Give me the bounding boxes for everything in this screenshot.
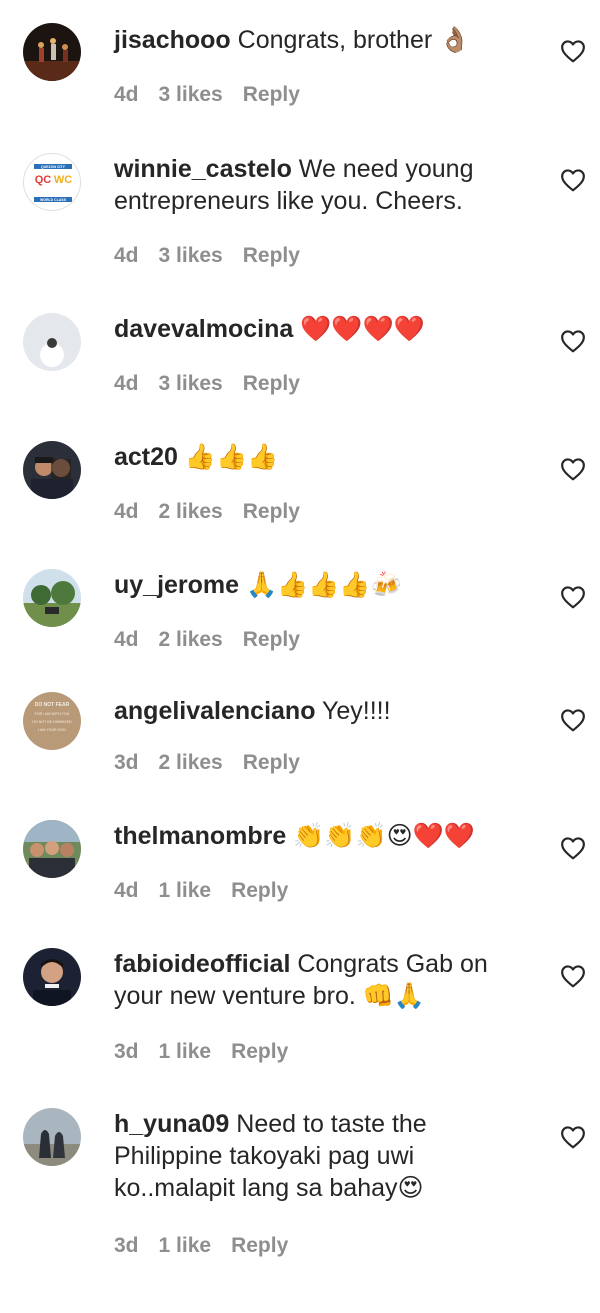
comment-age: 4d — [114, 500, 139, 523]
comment-text: ❤️❤️❤️❤️ — [293, 315, 425, 343]
reply-button[interactable]: Reply — [243, 500, 300, 524]
reply-button[interactable]: Reply — [231, 1234, 288, 1258]
comment-meta: 3d 1 like Reply — [114, 1234, 308, 1258]
comment-age: 4d — [114, 372, 139, 395]
reply-button[interactable]: Reply — [243, 751, 300, 775]
comment-likes[interactable]: 1 like — [159, 1234, 212, 1258]
comment-age: 3d — [114, 1234, 139, 1257]
heart-outline-icon[interactable] — [560, 1125, 586, 1149]
comment-age: 4d — [114, 879, 139, 902]
comment-meta: 3d 1 like Reply — [114, 1040, 308, 1064]
comment-age: 4d — [114, 83, 139, 106]
comment-likes[interactable]: 3 likes — [159, 372, 223, 396]
comment-meta: 4d 3 likes Reply — [114, 372, 320, 396]
avatar[interactable] — [23, 23, 81, 81]
comment-username[interactable]: davevalmocina — [114, 315, 293, 343]
sign-line-1: DO NOT FEAR — [35, 702, 70, 708]
reply-button[interactable]: Reply — [243, 244, 300, 268]
comment-meta: 4d 3 likes Reply — [114, 83, 320, 107]
comment-username[interactable]: act20 — [114, 443, 178, 471]
comment-meta: 3d 2 likes Reply — [114, 751, 320, 775]
heart-outline-icon[interactable] — [560, 39, 586, 63]
avatar[interactable] — [23, 820, 81, 878]
reply-button[interactable]: Reply — [231, 1040, 288, 1064]
comment-username[interactable]: thelmanombre — [114, 822, 286, 850]
comment-body: uy_jerome 🙏👍👍👍🍻 — [114, 569, 514, 601]
heart-outline-icon[interactable] — [560, 585, 586, 609]
avatar[interactable]: QUEZON CITY QC WC WORLD CLASS — [23, 153, 81, 211]
comment-body: angelivalenciano Yey!!!! — [114, 695, 514, 727]
comment-text: Yey!!!! — [315, 697, 391, 725]
comment-likes[interactable]: 1 like — [159, 1040, 212, 1064]
comment-meta: 4d 2 likes Reply — [114, 500, 320, 524]
comment-text: 👍👍👍 — [177, 443, 279, 471]
heart-outline-icon[interactable] — [560, 836, 586, 860]
comment-meta: 4d 2 likes Reply — [114, 628, 320, 652]
comment-likes[interactable]: 2 likes — [159, 628, 223, 652]
sign-line-4: I AM YOUR GOD — [38, 728, 66, 732]
reply-button[interactable]: Reply — [243, 628, 300, 652]
comment-username[interactable]: angelivalenciano — [114, 697, 315, 725]
comment-body: thelmanombre 👏👏👏😍❤️❤️ — [114, 820, 514, 852]
reply-button[interactable]: Reply — [231, 879, 288, 903]
comment-age: 4d — [114, 628, 139, 651]
comment-meta: 4d 3 likes Reply — [114, 244, 320, 268]
avatar[interactable] — [23, 313, 81, 371]
heart-outline-icon[interactable] — [560, 329, 586, 353]
logo-bottom-text: WORLD CLASS — [40, 198, 67, 202]
heart-outline-icon[interactable] — [560, 457, 586, 481]
comment-likes[interactable]: 2 likes — [159, 751, 223, 775]
comment-body: h_yuna09 Need to taste the Philippine ta… — [114, 1108, 514, 1204]
comment-username[interactable]: fabioideofficial — [114, 950, 290, 978]
sign-line-2: FOR I AM WITH YOU — [35, 712, 70, 716]
comment-body: act20 👍👍👍 — [114, 441, 514, 473]
comment-username[interactable]: uy_jerome — [114, 571, 239, 599]
avatar[interactable] — [23, 1108, 81, 1166]
avatar[interactable] — [23, 569, 81, 627]
comment-age: 3d — [114, 1040, 139, 1063]
heart-outline-icon[interactable] — [560, 708, 586, 732]
comment-text: 👏👏👏😍❤️❤️ — [286, 822, 475, 850]
avatar[interactable]: DO NOT FEAR FOR I AM WITH YOU DO NOT BE … — [23, 692, 81, 750]
comment-body: jisachooo Congrats, brother 👌🏽 — [114, 24, 514, 56]
reply-button[interactable]: Reply — [243, 372, 300, 396]
comment-username[interactable]: h_yuna09 — [114, 1110, 229, 1138]
comment-body: fabioideofficial Congrats Gab on your ne… — [114, 948, 514, 1012]
logo-left-text: QC — [35, 174, 52, 186]
logo-right-text: WC — [54, 174, 72, 186]
comment-likes[interactable]: 3 likes — [159, 83, 223, 107]
comment-meta: 4d 1 like Reply — [114, 879, 308, 903]
sign-line-3: DO NOT BE DISMAYED — [32, 720, 72, 724]
comment-username[interactable]: winnie_castelo — [114, 155, 292, 183]
comment-likes[interactable]: 3 likes — [159, 244, 223, 268]
avatar[interactable] — [23, 948, 81, 1006]
comment-text: 🙏👍👍👍🍻 — [239, 571, 402, 599]
comment-age: 3d — [114, 751, 139, 774]
comment-body: winnie_castelo We need young entrepreneu… — [114, 153, 514, 217]
avatar[interactable] — [23, 441, 81, 499]
comment-username[interactable]: jisachooo — [114, 26, 231, 54]
comment-age: 4d — [114, 244, 139, 267]
heart-outline-icon[interactable] — [560, 964, 586, 988]
reply-button[interactable]: Reply — [243, 83, 300, 107]
comment-likes[interactable]: 2 likes — [159, 500, 223, 524]
comment-text: Congrats, brother 👌🏽 — [230, 26, 471, 54]
comment-body: davevalmocina ❤️❤️❤️❤️ — [114, 313, 514, 345]
comment-likes[interactable]: 1 like — [159, 879, 212, 903]
heart-outline-icon[interactable] — [560, 168, 586, 192]
logo-top-text: QUEZON CITY — [41, 165, 66, 169]
